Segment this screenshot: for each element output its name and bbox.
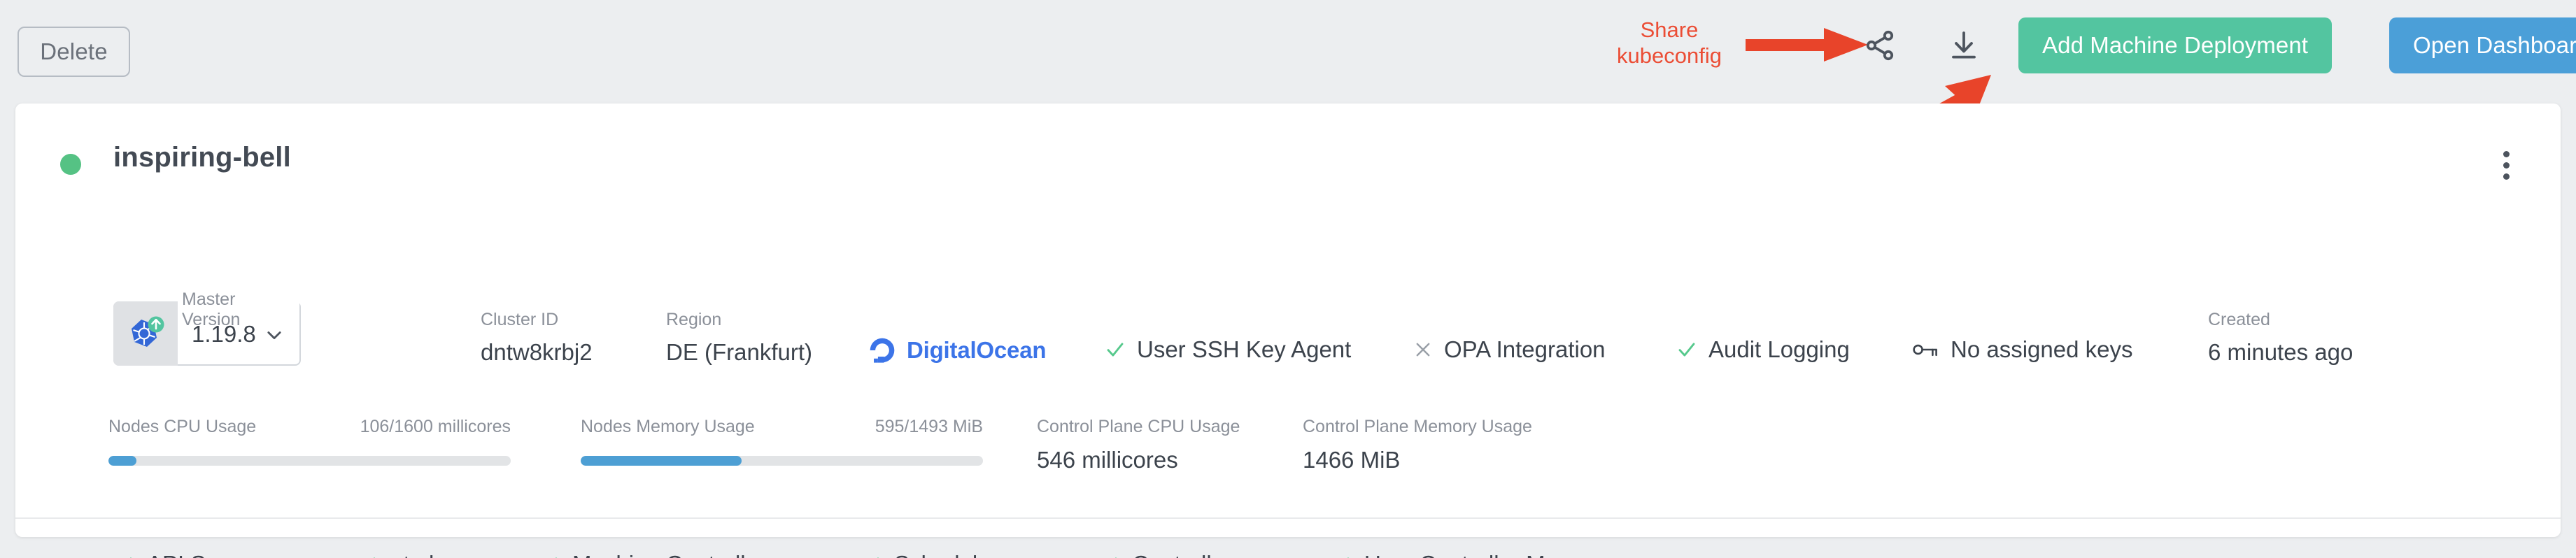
progress-bar-fill <box>581 456 742 466</box>
health-item-scheduler: Scheduler <box>861 551 998 558</box>
master-version-value: 1.19.8 <box>192 321 256 347</box>
cluster-card: inspiring-bell Master Version 1.19.8 Clu… <box>15 103 2561 558</box>
feature-label: No assigned keys <box>1951 336 2133 362</box>
delete-button[interactable]: Delete <box>17 27 130 77</box>
metric-control-plane-cpu-usage: Control Plane CPU Usage 546 millicores <box>1037 417 1240 473</box>
field-label: Cluster ID <box>481 310 559 329</box>
field-value: DE (Frankfurt) <box>666 339 813 365</box>
metric-value: 546 millicores <box>1037 447 1178 473</box>
kebab-dot <box>2503 162 2510 169</box>
health-label: Scheduler <box>894 551 998 558</box>
kebab-dot <box>2503 173 2510 180</box>
top-toolbar: Delete Share kubeconfig Add Machine Depl… <box>0 0 2576 171</box>
cluster-options-menu-button[interactable] <box>2486 145 2526 185</box>
card-divider <box>15 517 2561 519</box>
field-value: 6 minutes ago <box>2208 339 2354 365</box>
download-icon <box>1952 31 1976 59</box>
metric-value: 1466 MiB <box>1303 447 1401 473</box>
metric-control-plane-memory-usage: Control Plane Memory Usage 1466 MiB <box>1303 417 1532 473</box>
metric-label: Control Plane CPU Usage <box>1037 417 1240 436</box>
share-kubeconfig-button[interactable] <box>1854 20 1906 71</box>
annotation-arrow-share <box>1746 28 1868 62</box>
check-icon <box>1347 557 1350 558</box>
feature-assigned-keys: No assigned keys <box>1911 336 2132 363</box>
metric-nodes-memory-usage: Nodes Memory Usage 595/1493 MiB <box>581 417 983 466</box>
progress-bar-fill <box>108 456 137 466</box>
open-dashboard-button[interactable]: Open Dashboard <box>2389 17 2576 73</box>
add-machine-deployment-button[interactable]: Add Machine Deployment <box>2018 17 2333 73</box>
cluster-header: inspiring-bell <box>15 140 2561 189</box>
share-icon <box>1866 30 1894 61</box>
field-created: Created 6 minutes ago <box>2208 310 2353 366</box>
digitalocean-logo <box>870 338 895 363</box>
metric-value: 595/1493 MiB <box>875 417 983 436</box>
check-icon <box>877 557 879 558</box>
health-item-controller: Controller <box>1098 551 1232 558</box>
feature-opa-integration: OPA Integration <box>1413 336 1606 363</box>
health-label: User Controller Manager <box>1364 551 1617 558</box>
check-icon <box>555 557 558 558</box>
metric-label: Nodes CPU Usage <box>108 417 257 436</box>
metric-value: 106/1600 millicores <box>360 417 511 436</box>
health-label: etcd <box>390 551 434 558</box>
cluster-name: inspiring-bell <box>113 142 291 173</box>
health-item-api-server: API Server <box>113 551 259 558</box>
feature-audit-logging: Audit Logging <box>1676 336 1850 363</box>
cluster-health-row: API Server etcd Machine Controller Sched… <box>15 551 2561 558</box>
metric-label: Nodes Memory Usage <box>581 417 755 436</box>
field-region: Region DE (Frankfurt) <box>666 310 812 366</box>
cluster-info-row: Master Version 1.19.8 Cluster ID dntw8kr… <box>15 289 2561 376</box>
metric-header: Nodes CPU Usage 106/1600 millicores <box>108 417 511 437</box>
metric-header: Nodes Memory Usage 595/1493 MiB <box>581 417 983 437</box>
field-label: Created <box>2208 310 2270 329</box>
kubernetes-upgrade-icon <box>113 301 178 366</box>
health-item-machine-controller: Machine Controller <box>539 551 766 558</box>
cluster-metrics-row: Nodes CPU Usage 106/1600 millicores Node… <box>15 417 2561 494</box>
feature-user-ssh-key-agent: User SSH Key Agent <box>1105 336 1351 363</box>
master-version-select[interactable]: Master Version 1.19.8 <box>113 289 301 366</box>
check-icon <box>373 557 376 558</box>
kebab-dot <box>2503 150 2510 157</box>
annotation-share-kubeconfig: Share kubeconfig <box>1617 17 1722 68</box>
cross-icon <box>1416 343 1430 357</box>
progress-bar-track <box>581 456 983 466</box>
health-label: API Server <box>147 551 259 558</box>
feature-label: Audit Logging <box>1708 336 1850 362</box>
feature-label: OPA Integration <box>1444 336 1606 362</box>
metric-label: Control Plane Memory Usage <box>1303 417 1532 436</box>
download-kubeconfig-button[interactable] <box>1938 20 1990 71</box>
chevron-down-icon[interactable] <box>264 325 284 345</box>
check-icon <box>129 557 132 558</box>
progress-bar-track <box>108 456 511 466</box>
cloud-provider: DigitalOcean <box>868 336 1047 365</box>
key-icon <box>1913 344 1937 357</box>
cluster-status-indicator <box>60 154 81 175</box>
health-label: Machine Controller <box>572 551 766 558</box>
metric-nodes-cpu-usage: Nodes CPU Usage 106/1600 millicores <box>108 417 511 466</box>
check-icon <box>1107 343 1124 357</box>
health-label: Controller <box>1132 551 1232 558</box>
cluster-detail-page: Delete Share kubeconfig Add Machine Depl… <box>0 0 2576 558</box>
field-cluster-id: Cluster ID dntw8krbj2 <box>481 310 593 366</box>
field-value: dntw8krbj2 <box>481 339 593 365</box>
kubernetes-logo <box>132 316 164 347</box>
cloud-provider-name: DigitalOcean <box>907 337 1047 363</box>
check-icon <box>1678 343 1695 357</box>
field-label: Region <box>666 310 722 329</box>
health-item-etcd: etcd <box>357 551 434 558</box>
health-item-user-controller-manager: User Controller Manager <box>1331 551 1617 558</box>
feature-label: User SSH Key Agent <box>1137 336 1352 362</box>
check-icon <box>1114 557 1117 558</box>
